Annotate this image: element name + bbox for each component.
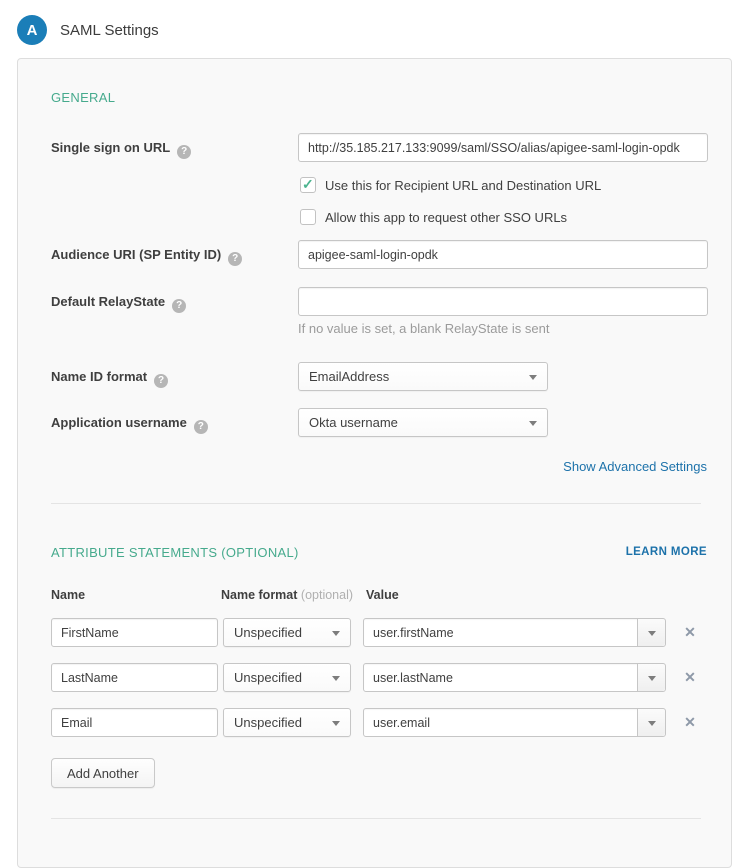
app-username-label: Application username?	[51, 415, 208, 434]
name-id-format-select[interactable]: EmailAddress	[298, 362, 548, 391]
name-id-format-label: Name ID format?	[51, 369, 168, 388]
relay-state-hint: If no value is set, a blank RelayState i…	[298, 321, 549, 336]
caret-down-icon	[332, 721, 340, 726]
remove-row-button[interactable]: ✕	[681, 668, 699, 686]
attr-format-select[interactable]: Unspecified	[223, 708, 351, 737]
attr-value-input[interactable]	[364, 619, 637, 646]
remove-row-button[interactable]: ✕	[681, 713, 699, 731]
caret-down-icon	[332, 631, 340, 636]
caret-down-icon	[529, 421, 537, 426]
audience-uri-input[interactable]	[298, 240, 708, 269]
attr-value-combo	[363, 618, 666, 647]
combo-caret-button[interactable]	[637, 619, 665, 646]
page-title: SAML Settings	[60, 22, 159, 39]
general-section-title: GENERAL	[51, 90, 115, 105]
audience-uri-label: Audience URI (SP Entity ID)?	[51, 247, 242, 266]
app-username-select[interactable]: Okta username	[298, 408, 548, 437]
help-icon[interactable]: ?	[172, 299, 186, 313]
help-icon[interactable]: ?	[177, 145, 191, 159]
relay-state-label: Default RelayState?	[51, 294, 186, 313]
attr-name-input[interactable]	[51, 708, 218, 737]
column-header-optional: (optional)	[301, 588, 353, 602]
help-icon[interactable]: ?	[194, 420, 208, 434]
combo-caret-button[interactable]	[637, 664, 665, 691]
caret-down-icon	[648, 676, 656, 681]
caret-down-icon	[648, 721, 656, 726]
other-sso-checkbox-label: Allow this app to request other SSO URLs	[325, 210, 567, 225]
recipient-url-checkbox-row[interactable]: Use this for Recipient URL and Destinati…	[300, 177, 601, 193]
attr-name-input[interactable]	[51, 663, 218, 692]
learn-more-link[interactable]: LEARN MORE	[626, 546, 707, 558]
column-header-name: Name	[51, 588, 85, 602]
help-icon[interactable]: ?	[154, 374, 168, 388]
attr-value-combo	[363, 663, 666, 692]
attr-value-input[interactable]	[364, 664, 637, 691]
section-divider	[51, 503, 701, 504]
remove-row-button[interactable]: ✕	[681, 623, 699, 641]
attr-format-select[interactable]: Unspecified	[223, 663, 351, 692]
column-header-value: Value	[366, 588, 399, 602]
bottom-divider	[51, 818, 701, 819]
combo-caret-button[interactable]	[637, 709, 665, 736]
column-header-name-format: Name format (optional)	[221, 588, 353, 602]
caret-down-icon	[648, 631, 656, 636]
recipient-url-checkbox-label: Use this for Recipient URL and Destinati…	[325, 178, 601, 193]
attr-name-input[interactable]	[51, 618, 218, 647]
help-icon[interactable]: ?	[228, 252, 242, 266]
attr-value-combo	[363, 708, 666, 737]
step-header: A SAML Settings	[17, 15, 159, 45]
relay-state-input[interactable]	[298, 287, 708, 316]
attribute-statements-section-title: ATTRIBUTE STATEMENTS (OPTIONAL)	[51, 545, 299, 560]
attr-value-input[interactable]	[364, 709, 637, 736]
other-sso-checkbox-row[interactable]: Allow this app to request other SSO URLs	[300, 209, 567, 225]
sso-url-input[interactable]	[298, 133, 708, 162]
add-another-button[interactable]: Add Another	[51, 758, 155, 788]
checkbox-checked-icon[interactable]	[300, 177, 316, 193]
attr-format-select[interactable]: Unspecified	[223, 618, 351, 647]
checkbox-unchecked-icon[interactable]	[300, 209, 316, 225]
saml-settings-panel: GENERAL Single sign on URL? Use this for…	[17, 58, 732, 868]
sso-url-label: Single sign on URL?	[51, 140, 191, 159]
caret-down-icon	[529, 375, 537, 380]
caret-down-icon	[332, 676, 340, 681]
step-badge: A	[17, 15, 47, 45]
show-advanced-settings-link[interactable]: Show Advanced Settings	[563, 459, 707, 474]
